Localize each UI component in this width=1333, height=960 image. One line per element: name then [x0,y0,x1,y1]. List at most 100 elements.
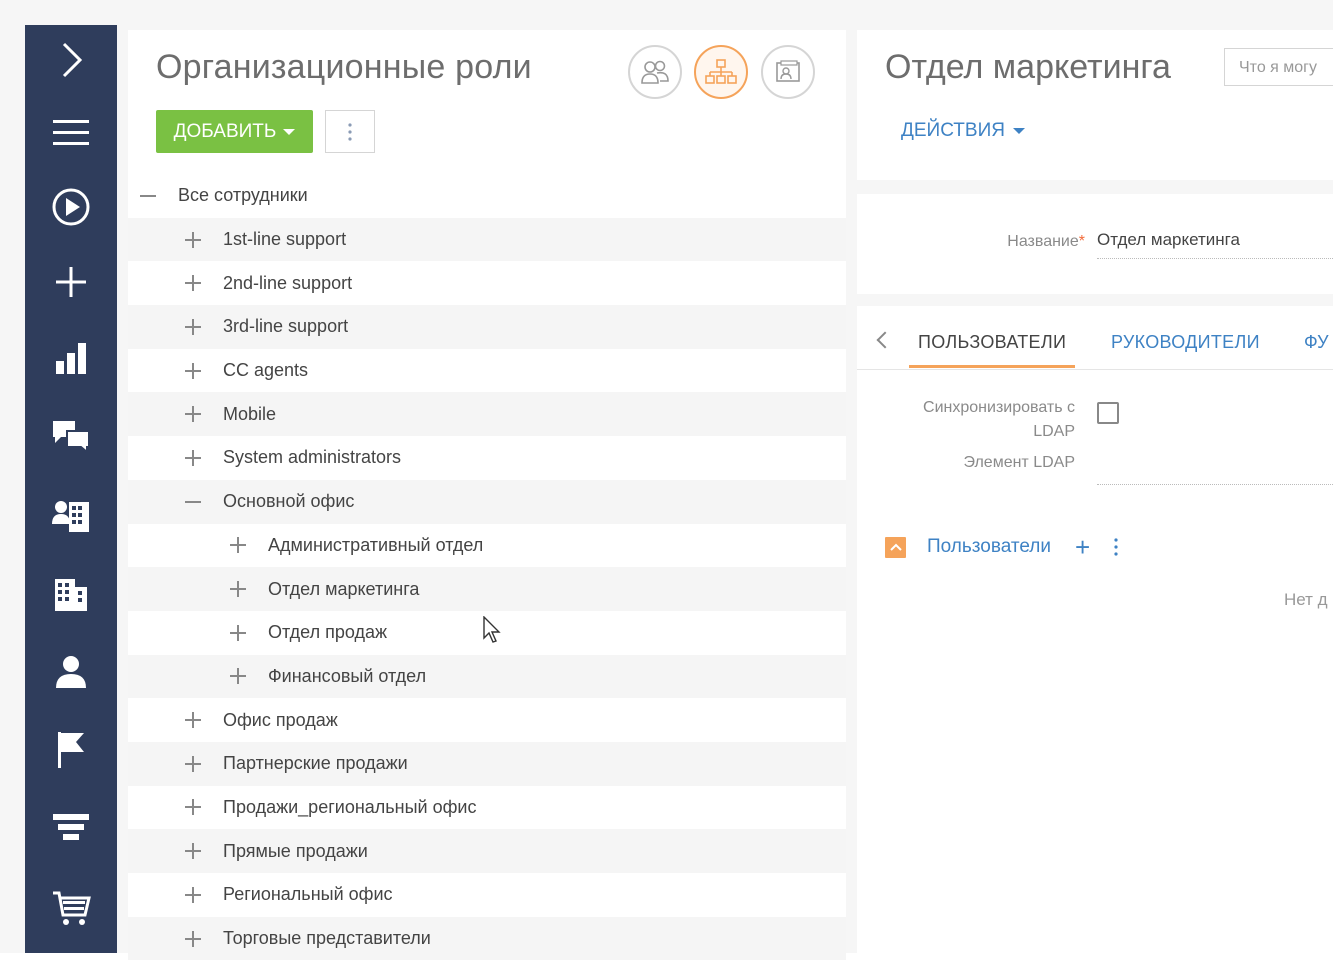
caret-down-icon [283,128,296,135]
name-field-card: Название* Отдел маркетинга [857,194,1333,294]
tree-row[interactable]: CC agents [128,349,846,393]
users-view-icon [641,60,669,84]
tree-row[interactable]: Офис продаж [128,698,846,742]
tree-row[interactable]: Прямые продажи [128,829,846,873]
ldap-element-field[interactable] [1097,484,1333,485]
name-label: Название* [957,233,1085,251]
sync-ldap-checkbox[interactable] [1097,402,1119,424]
search-input[interactable]: Что я могу [1224,48,1333,86]
name-label-text: Название [1007,233,1079,250]
sync-ldap-label-line2: LDAP [1033,423,1075,440]
contacts-icon[interactable] [25,486,117,546]
tree-row[interactable]: Mobile [128,392,846,437]
expand-icon[interactable] [185,231,201,248]
tree-row-label: 1st-line support [223,229,347,250]
org-structure-button[interactable] [694,45,748,99]
org-tree: Все сотрудники 1st-line support 2nd-line s… [128,174,846,960]
expand-icon[interactable] [230,581,246,598]
vertical-dots-icon[interactable] [1114,538,1118,556]
tree-row[interactable]: Основной офис [128,479,846,524]
sync-ldap-label: Синхронизировать с LDAP [877,396,1075,444]
record-title: Отдел маркетинга [885,48,1171,86]
tree-row[interactable]: 1st-line support [128,217,846,262]
tab-functional[interactable]: ФУ [1304,332,1329,353]
collapse-icon[interactable] [140,188,156,204]
person-icon[interactable] [25,642,117,702]
users-detail-header: Пользователи + [885,534,1118,560]
tree-row[interactable]: System administrators [128,436,846,480]
collapse-icon[interactable] [185,494,201,510]
details-card: ПОЛЬЗОВАТЕЛИ РУКОВОДИТЕЛИ ФУ Синхронизир… [857,306,1333,953]
expand-icon[interactable] [185,712,201,729]
empty-state-text: Нет д [1284,590,1328,609]
tree-row[interactable]: Финансовый отдел [128,654,846,699]
tree-row-label: CC agents [223,360,309,381]
caret-down-icon [1012,128,1025,134]
expand-icon[interactable] [185,318,201,335]
tree-row[interactable]: Торговые представители [128,916,846,960]
expand-icon[interactable] [230,537,246,554]
users-detail-title[interactable]: Пользователи [927,536,1051,558]
tree-row-label: Прямые продажи [223,840,368,861]
expand-icon[interactable] [185,799,201,816]
tree-row[interactable]: Региональный офис [128,873,846,917]
menu-icon[interactable] [25,103,117,163]
chat-icon[interactable] [25,406,117,466]
org-structure-icon [705,59,737,84]
plus-icon[interactable] [25,252,117,312]
tree-row-label: Региональный офис [223,884,393,905]
add-button[interactable]: ДОБАВИТЬ [156,110,313,153]
tree-row[interactable]: Партнерские продажи [128,741,846,786]
profile-card-button[interactable] [761,45,815,99]
tree-row[interactable]: Продажи_региональный офис [128,786,846,830]
page-title: Организационные роли [156,48,532,86]
play-icon[interactable] [25,177,117,237]
flag-icon[interactable] [25,720,117,780]
users-view-button[interactable] [628,45,682,99]
funnel-icon[interactable] [25,799,117,859]
collapse-button[interactable] [885,536,906,558]
more-options-button[interactable] [325,110,375,153]
tree-row-label: Торговые представители [223,928,431,949]
org-roles-panel: Организационные роли ДОБАВИТЬ Все сотруд… [128,30,846,960]
expand-icon[interactable] [185,755,201,772]
expand-icon[interactable] [185,406,201,423]
tab-users[interactable]: ПОЛЬЗОВАТЕЛИ [908,332,1076,368]
tree-row[interactable]: Отдел маркетинга [128,567,846,611]
tree-row-label: 3rd-line support [223,316,349,337]
expand-icon[interactable] [230,668,246,685]
chevron-left-icon[interactable] [876,331,894,349]
expand-icon[interactable] [230,624,246,641]
tree-row-label: Все сотрудники [178,185,308,206]
tree-row[interactable]: Административный отдел [128,524,846,568]
tree-row-label: Офис продаж [223,709,338,730]
tree-row[interactable]: 2nd-line support [128,261,846,305]
mouse-cursor-icon [483,616,501,643]
building-icon[interactable] [25,565,117,625]
expand-icon[interactable] [185,275,201,292]
tab-managers[interactable]: РУКОВОДИТЕЛИ [1111,332,1260,353]
required-mark: * [1078,233,1085,250]
chevron-right-icon[interactable] [25,30,117,90]
expand-icon[interactable] [185,930,201,947]
add-button-label: ДОБАВИТЬ [173,120,277,142]
ldap-element-label: Элемент LDAP [963,454,1075,471]
tree-row-label: Продажи_региональный офис [223,796,477,817]
vertical-dots-icon [348,122,352,141]
cart-icon[interactable] [25,878,117,938]
tree-row[interactable]: 3rd-line support [128,305,846,349]
expand-icon[interactable] [185,449,201,466]
tree-row[interactable]: Все сотрудники [128,174,846,218]
tree-row-label: Mobile [223,403,277,424]
tree-row-label: Основной офис [223,491,355,512]
chevron-up-icon [889,543,902,551]
add-user-button[interactable]: + [1075,534,1090,560]
tree-row-label: Отдел продаж [268,622,387,643]
chart-icon[interactable] [25,328,117,388]
actions-button[interactable]: ДЕЙСТВИЯ [901,120,1025,142]
expand-icon[interactable] [185,886,201,903]
expand-icon[interactable] [185,362,201,379]
name-field[interactable]: Отдел маркетинга [1097,230,1333,259]
tree-row-label: Отдел маркетинга [268,578,420,599]
expand-icon[interactable] [185,843,201,860]
